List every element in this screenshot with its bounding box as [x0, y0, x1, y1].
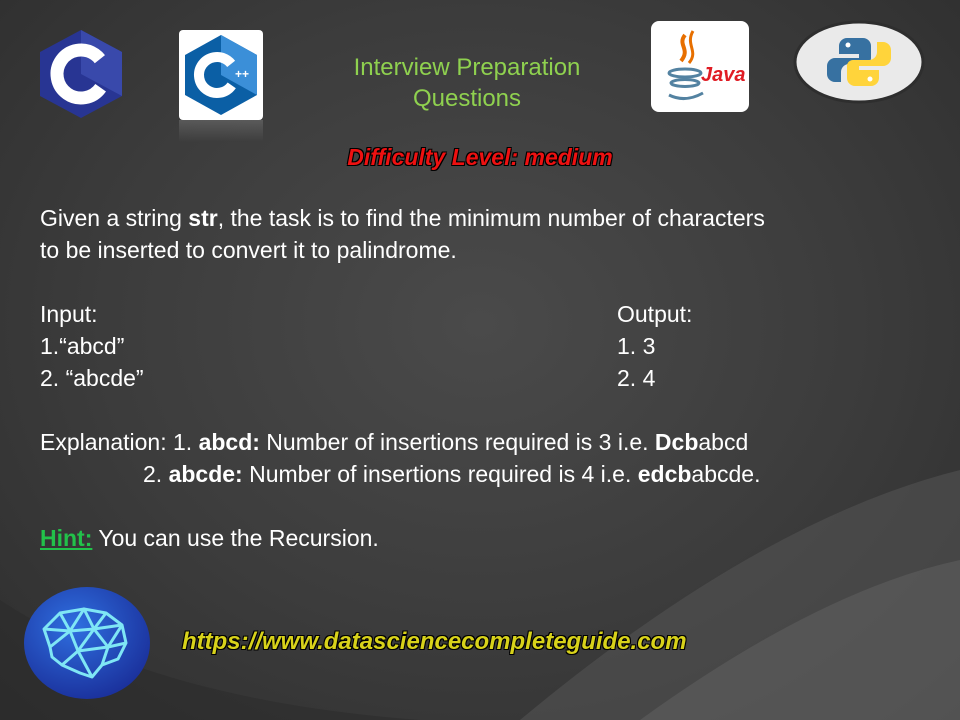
slide: ++ Interview Preparation Questions Java …	[0, 0, 960, 720]
java-logo-icon: Java	[667, 30, 746, 100]
explanation-e1-answer-rest: abcd	[698, 429, 749, 455]
page-title: Interview Preparation Questions	[300, 52, 634, 114]
hint-text: You can use the Recursion.	[92, 525, 379, 551]
explanation-line-1: Explanation: 1. abcd: Number of insertio…	[40, 426, 748, 458]
problem-statement-line-1: Given a string str, the task is to find …	[40, 202, 765, 234]
explanation-line-2: 2. abcde: Number of insertions required …	[143, 458, 760, 490]
title-line-2: Questions	[412, 85, 522, 112]
cpp-logo-icon: ++	[185, 35, 257, 115]
brain-icon	[24, 587, 150, 699]
hint-label: Hint:	[40, 525, 93, 551]
explanation-e2-prefix: 2.	[143, 461, 169, 487]
explanation-e2-answer-bold: edcb	[637, 461, 692, 487]
input-item-1: 1.“abcd”	[40, 333, 125, 359]
explanation-prefix: Explanation: 1.	[40, 429, 199, 455]
output-item-1: 1. 3	[617, 333, 656, 359]
problem-pre: Given a string	[40, 205, 189, 231]
explanation-e1-answer-bold: Dcb	[654, 429, 699, 455]
explanation-e2-answer-rest: abcde.	[691, 461, 761, 487]
input-item-2: 2. “abcde”	[40, 365, 144, 391]
java-logo-card: Java	[651, 21, 749, 112]
problem-post: , the task is to find the minimum number…	[217, 205, 765, 231]
hint: Hint: You can use the Recursion.	[40, 522, 379, 554]
cpp-logo-card: ++	[179, 30, 263, 120]
c-logo-icon	[40, 30, 122, 118]
explanation-e2-bold: abcde:	[168, 461, 243, 487]
title-line-1: Interview Preparation	[353, 54, 581, 81]
explanation-e1-text: Number of insertions required is 3 i.e.	[259, 429, 655, 455]
cpp-logo-reflection	[179, 120, 263, 142]
java-logo-text: Java	[701, 64, 746, 86]
problem-statement-line-2: to be inserted to convert it to palindro…	[40, 237, 457, 263]
python-logo-icon	[793, 20, 925, 104]
difficulty-level: Difficulty Level: medium	[347, 144, 613, 170]
explanation-e2-text: Number of insertions required is 4 i.e.	[242, 461, 638, 487]
problem-keyword: str	[188, 205, 218, 231]
cpp-plus-text: ++	[235, 67, 249, 81]
input-label: Input:	[40, 301, 98, 327]
explanation-e1-bold: abcd:	[198, 429, 260, 455]
output-item-2: 2. 4	[617, 365, 656, 391]
output-label: Output:	[617, 301, 693, 327]
website-url[interactable]: https://www.datasciencecompleteguide.com	[182, 628, 687, 656]
